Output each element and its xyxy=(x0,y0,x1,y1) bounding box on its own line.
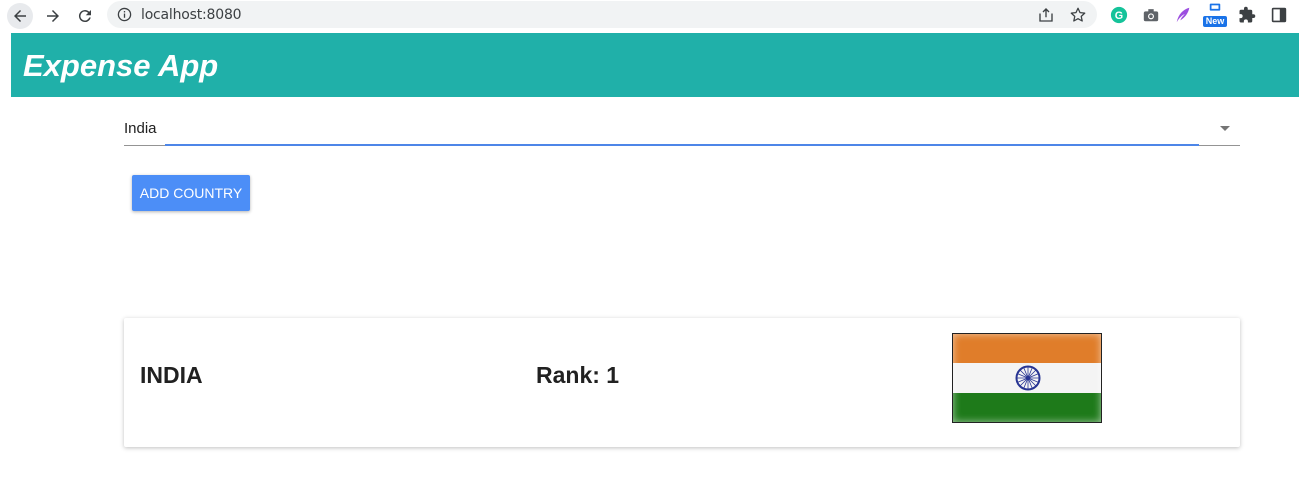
india-flag-image xyxy=(952,333,1102,423)
side-panel-icon[interactable] xyxy=(1269,5,1289,25)
browser-toolbar: localhost:8080 G New xyxy=(0,0,1299,32)
rank-value: 1 xyxy=(606,362,620,388)
reload-icon[interactable] xyxy=(72,3,98,29)
info-icon[interactable] xyxy=(117,7,132,22)
country-select-value[interactable]: India xyxy=(124,120,157,137)
country-card: INDIA Rank: 1 xyxy=(124,318,1240,447)
country-rank: Rank: 1 xyxy=(536,362,619,389)
address-bar[interactable]: localhost:8080 xyxy=(107,1,1097,28)
forward-icon[interactable] xyxy=(40,3,66,29)
app-bar: Expense App xyxy=(11,33,1299,97)
select-focus-underline xyxy=(165,144,1199,146)
dropdown-arrow-icon[interactable] xyxy=(1220,126,1230,131)
rank-label: Rank: xyxy=(536,362,600,388)
camera-icon[interactable] xyxy=(1141,5,1161,25)
country-name: INDIA xyxy=(140,362,203,388)
new-badge: New xyxy=(1203,16,1227,27)
new-extension-icon[interactable]: New xyxy=(1203,3,1227,27)
back-icon[interactable] xyxy=(7,3,33,29)
share-icon[interactable] xyxy=(1037,6,1055,24)
svg-text:G: G xyxy=(1115,10,1123,22)
bookmark-star-icon[interactable] xyxy=(1069,6,1087,24)
grammarly-icon[interactable]: G xyxy=(1109,5,1129,25)
extensions-puzzle-icon[interactable] xyxy=(1237,5,1257,25)
url-text[interactable]: localhost:8080 xyxy=(141,7,242,23)
ashoka-chakra-icon xyxy=(1015,365,1041,391)
add-country-button[interactable]: ADD COUNTRY xyxy=(132,175,250,211)
feather-pen-icon[interactable] xyxy=(1173,5,1193,25)
app-title: Expense App xyxy=(23,48,219,83)
country-select[interactable]: India xyxy=(124,112,1240,146)
